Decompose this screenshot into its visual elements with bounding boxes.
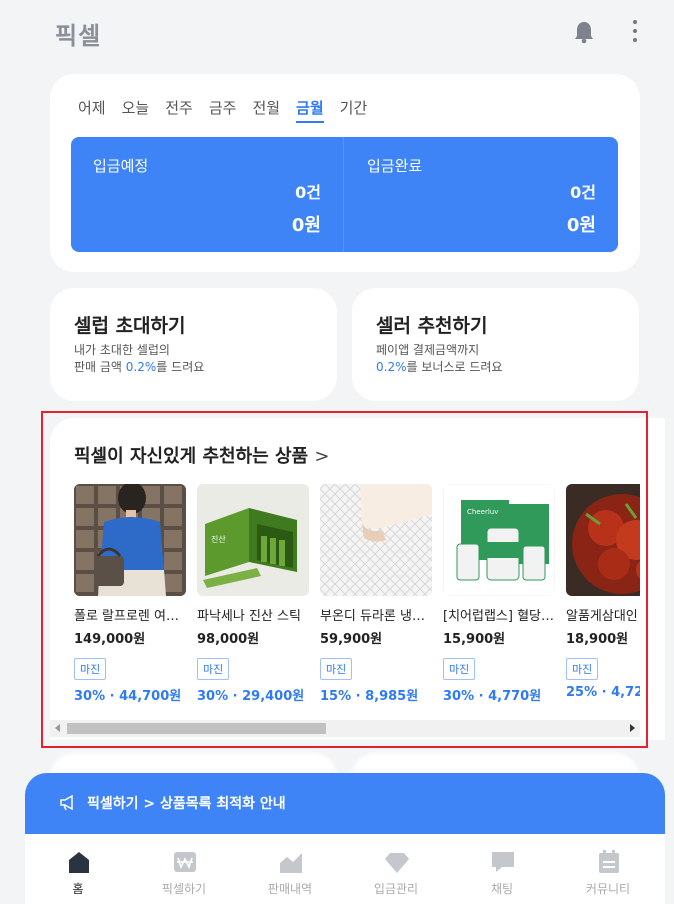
diamond-icon (385, 853, 409, 873)
product-carousel[interactable]: 폴로 랄프로렌 여성 니트 149,000원 마진 30% · 44,700원 (74, 484, 640, 714)
product-image-marinated-crab (566, 484, 640, 596)
scrollbar-thumb[interactable] (67, 723, 326, 734)
margin-badge: 마진 (443, 658, 476, 680)
tab-period[interactable]: 기간 (340, 97, 368, 123)
invite-celeb-rate: 0.2% (125, 360, 157, 374)
product-name: 부온디 듀라론 냉감패드 (320, 609, 432, 624)
recommended-products-section: 픽셀이 자신있게 추천하는 상품 > 폴로 랄프로렌 여성 149,000원 마… (50, 418, 665, 740)
product-card[interactable]: 진산 파낙세나 진산 스틱 98,000원 마진 30% · 29,400원 (197, 484, 309, 704)
expected-deposit-count: 0건 (295, 183, 321, 202)
tab-last-month[interactable]: 전월 (252, 97, 280, 123)
tab-yesterday[interactable]: 어제 (78, 97, 106, 123)
invite-celeb-card[interactable]: 셀럽 초대하기 내가 초대한 셀럽의 판매 금액 0.2%를 드려요 (50, 288, 337, 401)
recommend-seller-card[interactable]: 셀러 추천하기 페이앱 결제금액까지 0.2%를 보너스로 드려요 (352, 288, 639, 401)
invite-celeb-line1: 내가 초대한 셀럽의 (74, 343, 170, 357)
recommend-seller-title: 셀러 추천하기 (376, 315, 488, 337)
product-name: 폴로 랄프로렌 여성 니트 (74, 609, 186, 624)
product-image-ginseng-stick: 진산 (197, 484, 309, 596)
margin-badge: 마진 (197, 658, 230, 680)
nav-chat-label: 채팅 (490, 882, 514, 896)
margin-badge: 마진 (566, 658, 599, 680)
tab-today[interactable]: 오늘 (122, 97, 150, 123)
product-price: 18,900원 (566, 632, 629, 647)
period-tabs: 어제 오늘 전주 금주 전월 금월 기간 (78, 97, 383, 123)
nav-pixel-label: 픽셀하기 (161, 882, 207, 896)
product-price: 15,900원 (443, 632, 506, 647)
completed-deposit-label: 입금완료 (367, 157, 423, 175)
svg-text:진산: 진산 (211, 534, 226, 544)
nav-sales-label: 판매내역 (267, 882, 313, 896)
completed-deposit-count: 0건 (570, 183, 596, 202)
nav-deposit-label: 입금관리 (373, 882, 419, 896)
svg-text:Cheerluv: Cheerluv (467, 508, 498, 516)
product-margin: 30% · 29,400원 (197, 689, 305, 704)
nav-sales[interactable]: 판매내역 (237, 834, 343, 904)
recommend-seller-line1: 페이앱 결제금액까지 (376, 343, 480, 357)
expected-deposit-amount: 0원 (291, 215, 321, 236)
megaphone-icon (60, 795, 73, 811)
margin-badge: 마진 (320, 658, 353, 680)
recommended-products-title-text: 픽셀이 자신있게 추천하는 상품 (74, 446, 309, 467)
invite-celeb-line2-post: 를 드려요 (156, 360, 205, 374)
product-image-cooling-pad (320, 484, 432, 596)
product-card[interactable]: Cheerluv [치어럽랩스] 혈당 유산균 15,900원 마진 30% ·… (443, 484, 555, 704)
recommended-products-title[interactable]: 픽셀이 자신있게 추천하는 상품 > (74, 442, 329, 468)
nav-home[interactable]: 홈 (25, 834, 131, 904)
product-card[interactable]: 폴로 랄프로렌 여성 니트 149,000원 마진 30% · 44,700원 (74, 484, 186, 704)
app-root: 픽셀 어제 오늘 전주 금주 전월 금월 기간 입금예정 0건 0원 입금완료 … (25, 0, 665, 904)
app-header: 픽셀 (25, 0, 665, 64)
product-price: 98,000원 (197, 632, 260, 647)
product-margin: 25% · 4,725 (566, 685, 640, 700)
bell-icon[interactable] (573, 20, 595, 44)
deposit-stats-box: 입금예정 0건 0원 입금완료 0건 0원 (71, 137, 618, 252)
product-name: 파낙세나 진산 스틱 (197, 609, 301, 624)
invite-celeb-desc: 내가 초대한 셀럽의 판매 금액 0.2%를 드려요 (74, 342, 204, 376)
product-image-knit (74, 484, 186, 596)
app-logo: 픽셀 (55, 22, 102, 50)
nav-deposit[interactable]: 입금관리 (343, 834, 449, 904)
recommend-seller-rate: 0.2% (376, 360, 407, 374)
invite-celeb-title: 셀럽 초대하기 (74, 315, 186, 337)
product-image-probiotics: Cheerluv (443, 484, 555, 596)
nav-community[interactable]: 커뮤니티 (555, 834, 661, 904)
completed-deposit-panel[interactable]: 입금완료 0건 0원 (345, 137, 618, 252)
expected-deposit-panel[interactable]: 입금예정 0건 0원 (71, 137, 344, 252)
recommend-seller-desc: 페이앱 결제금액까지 0.2%를 보너스로 드려요 (376, 342, 502, 376)
product-card[interactable]: 부온디 듀라론 냉감패드 59,900원 마진 15% · 8,985원 (320, 484, 432, 704)
settlement-summary-card: 어제 오늘 전주 금주 전월 금월 기간 입금예정 0건 0원 입금완료 0건 … (50, 74, 640, 272)
home-icon (69, 852, 89, 873)
more-menu-icon[interactable] (628, 20, 642, 46)
product-card[interactable]: 알품게삼대인 18,900원 마진 25% · 4,725 (566, 484, 640, 700)
nav-home-label: 홈 (72, 882, 84, 896)
notice-banner-text: 픽셀하기 > 상품목록 최적화 안내 (87, 796, 286, 812)
expected-deposit-label: 입금예정 (93, 157, 149, 175)
bottom-navigation: 홈 픽셀하기 판매내역 입금관리 채팅 커뮤니티 (25, 834, 665, 904)
tab-this-week[interactable]: 금주 (209, 97, 237, 123)
calendar-icon (599, 850, 619, 873)
scroll-right-arrow-icon[interactable] (630, 724, 635, 732)
tab-last-week[interactable]: 전주 (165, 97, 193, 123)
chat-icon (492, 852, 514, 872)
product-name: 알품게삼대인 (566, 609, 638, 624)
product-price: 149,000원 (74, 632, 146, 647)
product-margin: 15% · 8,985원 (320, 689, 419, 704)
recommend-seller-line2-post: 를 보너스로 드려요 (406, 360, 503, 374)
product-price: 59,900원 (320, 632, 383, 647)
invite-celeb-line2-pre: 판매 금액 (74, 360, 126, 374)
tab-this-month[interactable]: 금월 (296, 97, 324, 123)
chart-icon (280, 853, 302, 873)
nav-community-label: 커뮤니티 (585, 882, 631, 896)
product-margin: 30% · 44,700원 (74, 689, 182, 704)
chevron-right-icon: > (314, 446, 330, 467)
won-icon (174, 852, 196, 872)
scroll-left-arrow-icon[interactable] (55, 724, 60, 732)
product-margin: 30% · 4,770원 (443, 689, 542, 704)
nav-pixel[interactable]: 픽셀하기 (131, 834, 237, 904)
product-name: [치어럽랩스] 혈당 유산균 (443, 609, 555, 624)
completed-deposit-amount: 0원 (566, 215, 596, 236)
notice-banner[interactable]: 픽셀하기 > 상품목록 최적화 안내 (25, 773, 665, 838)
carousel-scrollbar[interactable] (50, 720, 640, 737)
margin-badge: 마진 (74, 658, 107, 680)
nav-chat[interactable]: 채팅 (449, 834, 555, 904)
